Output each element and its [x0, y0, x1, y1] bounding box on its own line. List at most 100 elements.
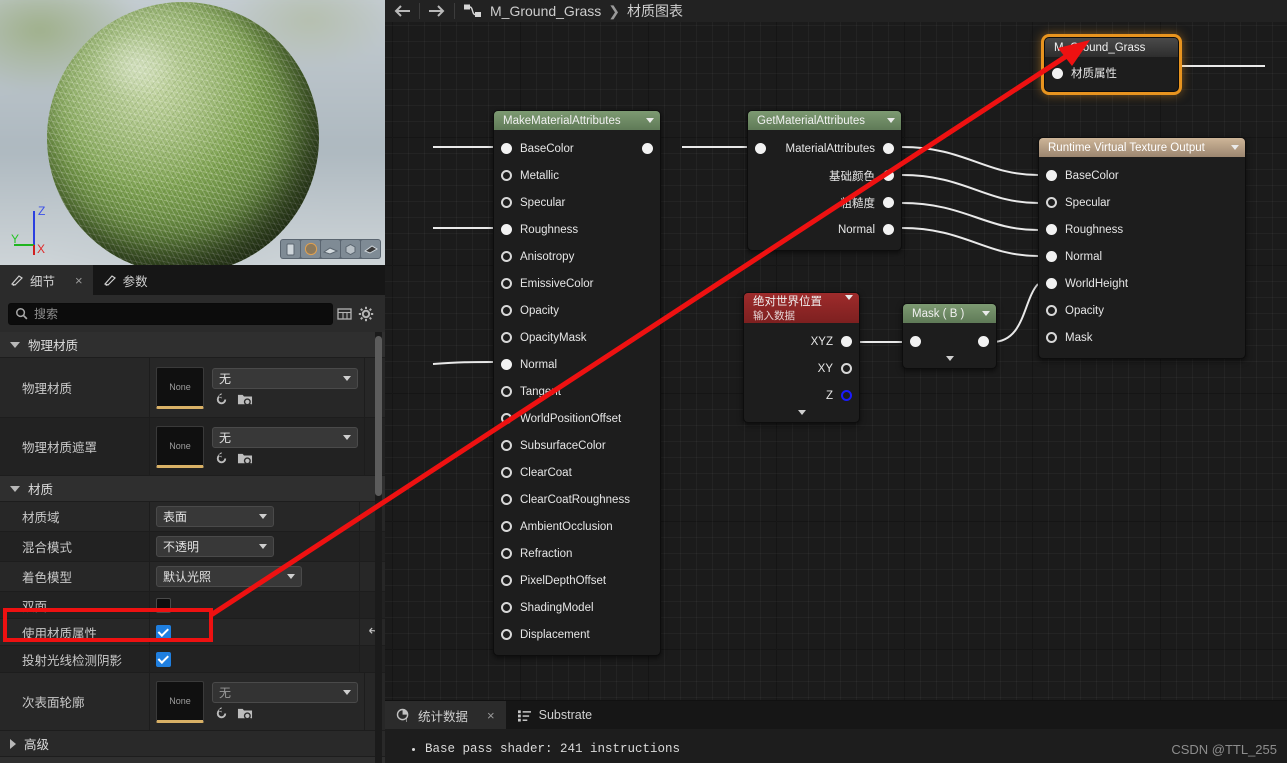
pin-row[interactable]: ShadingModel — [494, 594, 660, 621]
stats-tabstrip[interactable]: i 统计数据 × Substrate — [385, 701, 1287, 729]
input-pin-displacement[interactable] — [501, 629, 512, 640]
pin-row[interactable]: WorldHeight — [1039, 270, 1245, 297]
details-property-list[interactable]: 物理材质 物理材质 None 无 物理材质遮罩 None 无 材质 材质域 表面… — [0, 332, 385, 763]
input-pin-opacitymask[interactable] — [501, 332, 512, 343]
node-make-material-attributes[interactable]: MakeMaterialAttributes BaseColor Metalli… — [493, 110, 661, 656]
browse-to-asset-icon[interactable] — [237, 706, 253, 721]
table-row[interactable]: 双面 — [0, 592, 385, 619]
node-title[interactable]: GetMaterialAttributes — [748, 111, 901, 130]
input-pin-material-attributes[interactable] — [1052, 67, 1063, 79]
pin-row[interactable]: OpacityMask — [494, 324, 660, 351]
pin-row[interactable]: SubsurfaceColor — [494, 432, 660, 459]
input-pin-basecolor[interactable] — [501, 143, 512, 154]
node-title[interactable]: M_Ground_Grass — [1045, 38, 1178, 57]
pin-row[interactable] — [903, 328, 996, 355]
pin-row[interactable]: Roughness — [1039, 216, 1245, 243]
node-material-result[interactable]: M_Ground_Grass 材质属性 — [1044, 37, 1179, 92]
node-absolute-world-position[interactable]: 绝对世界位置 输入数据 XYZ XY Z — [743, 292, 860, 423]
input-pin-mask[interactable] — [1046, 332, 1057, 343]
pin-row[interactable]: Metallic — [494, 162, 660, 189]
input-pin-mask[interactable] — [910, 336, 921, 347]
pin-row[interactable]: PixelDepthOffset — [494, 567, 660, 594]
pin-row[interactable]: Opacity — [1039, 297, 1245, 324]
use-selected-asset-icon[interactable] — [214, 706, 229, 721]
graph-toolbar[interactable]: M_Ground_Grass ❯ 材质图表 — [385, 0, 1287, 22]
breadcrumb-graph[interactable]: 材质图表 — [627, 1, 683, 21]
pin-row[interactable]: BaseColor — [1039, 162, 1245, 189]
input-pin-clearcoat[interactable] — [501, 467, 512, 478]
table-row[interactable]: 使用材质属性 — [0, 619, 385, 646]
preview-sphere-mesh[interactable] — [47, 2, 319, 265]
pin-row[interactable]: Specular — [494, 189, 660, 216]
asset-picker-combo[interactable]: 无 — [212, 427, 358, 448]
preview-shape-custom[interactable] — [361, 240, 380, 258]
tab-parameters[interactable]: 参数 — [93, 265, 158, 295]
pin-row[interactable]: Normal — [748, 216, 901, 243]
use-selected-asset-icon[interactable] — [214, 451, 229, 466]
two-sided-checkbox[interactable] — [156, 597, 171, 613]
input-pin-opacity[interactable] — [1046, 305, 1057, 316]
pin-row[interactable]: Tangent — [494, 378, 660, 405]
pin-row[interactable]: XY — [744, 355, 859, 382]
input-pin-specular[interactable] — [1046, 197, 1057, 208]
pin-row[interactable]: EmissiveColor — [494, 270, 660, 297]
input-pin-roughness[interactable] — [501, 224, 512, 235]
table-row[interactable]: 混合模式 不透明 — [0, 532, 385, 562]
forward-button[interactable] — [420, 0, 454, 22]
pin-row[interactable]: 材质属性 — [1045, 61, 1178, 85]
shading-model-combo[interactable]: 默认光照 — [156, 566, 302, 587]
input-pin-basecolor[interactable] — [1046, 170, 1057, 181]
asset-thumbnail[interactable]: None — [156, 425, 204, 468]
tab-stats-close-icon[interactable]: × — [487, 708, 495, 723]
use-material-attributes-checkbox[interactable] — [156, 624, 171, 640]
pin-row[interactable]: Anisotropy — [494, 243, 660, 270]
input-pin-subsurfacecolor[interactable] — [501, 440, 512, 451]
chevron-down-icon[interactable] — [1231, 145, 1239, 150]
tab-substrate[interactable]: Substrate — [506, 701, 604, 729]
input-pin-worldheight[interactable] — [1046, 278, 1057, 289]
input-pin-emissivecolor[interactable] — [501, 278, 512, 289]
input-pin-materialattributes[interactable] — [755, 143, 766, 154]
output-pin-mask[interactable] — [978, 336, 989, 347]
details-panel-tabstrip[interactable]: 细节 × 参数 — [0, 265, 385, 295]
search-input-wrapper[interactable] — [8, 302, 333, 325]
material-graph-canvas[interactable]: MakeMaterialAttributes BaseColor Metalli… — [385, 0, 1287, 763]
search-input[interactable] — [34, 306, 326, 321]
pin-row[interactable]: Z — [744, 382, 859, 409]
output-pin-attributes[interactable] — [642, 143, 653, 154]
asset-thumbnail[interactable]: None — [156, 366, 204, 409]
property-scrollbar-thumb[interactable] — [375, 336, 382, 496]
input-pin-roughness[interactable] — [1046, 224, 1057, 235]
pin-row[interactable]: 粗糙度 — [748, 189, 901, 216]
preview-shape-cube[interactable] — [341, 240, 360, 258]
preview-shape-sphere[interactable] — [301, 240, 320, 258]
input-pin-worldpositionoffset[interactable] — [501, 413, 512, 424]
input-pin-opacity[interactable] — [501, 305, 512, 316]
input-pin-refraction[interactable] — [501, 548, 512, 559]
output-pin-xyz[interactable] — [841, 336, 852, 347]
pin-row[interactable]: Refraction — [494, 540, 660, 567]
node-expand-toggle[interactable] — [903, 355, 996, 361]
material-preview-viewport[interactable]: Z Y X — [0, 0, 385, 265]
category-header-advanced[interactable]: 高级 — [0, 731, 385, 757]
output-pin-xy[interactable] — [841, 363, 852, 374]
material-domain-combo[interactable]: 表面 — [156, 506, 274, 527]
table-row[interactable]: 材质域 表面 — [0, 502, 385, 532]
node-expand-toggle[interactable] — [744, 409, 859, 415]
pin-row[interactable]: Roughness — [494, 216, 660, 243]
preview-shape-cylinder[interactable] — [281, 240, 300, 258]
table-row[interactable]: 投射光线检测阴影 — [0, 646, 385, 673]
node-runtime-virtual-texture-output[interactable]: Runtime Virtual Texture Output BaseColor… — [1038, 137, 1246, 359]
pin-row[interactable]: ClearCoat — [494, 459, 660, 486]
node-title[interactable]: MakeMaterialAttributes — [494, 111, 660, 130]
category-header-physical-material[interactable]: 物理材质 — [0, 332, 385, 358]
browse-to-asset-icon[interactable] — [237, 451, 253, 466]
view-options-button[interactable] — [355, 303, 377, 325]
pin-row[interactable]: Specular — [1039, 189, 1245, 216]
breadcrumb[interactable]: M_Ground_Grass ❯ 材质图表 — [455, 1, 683, 21]
tab-details[interactable]: 细节 × — [0, 265, 93, 295]
pin-row[interactable]: Displacement — [494, 621, 660, 648]
blend-mode-combo[interactable]: 不透明 — [156, 536, 274, 557]
input-pin-specular[interactable] — [501, 197, 512, 208]
input-pin-normal[interactable] — [1046, 251, 1057, 262]
